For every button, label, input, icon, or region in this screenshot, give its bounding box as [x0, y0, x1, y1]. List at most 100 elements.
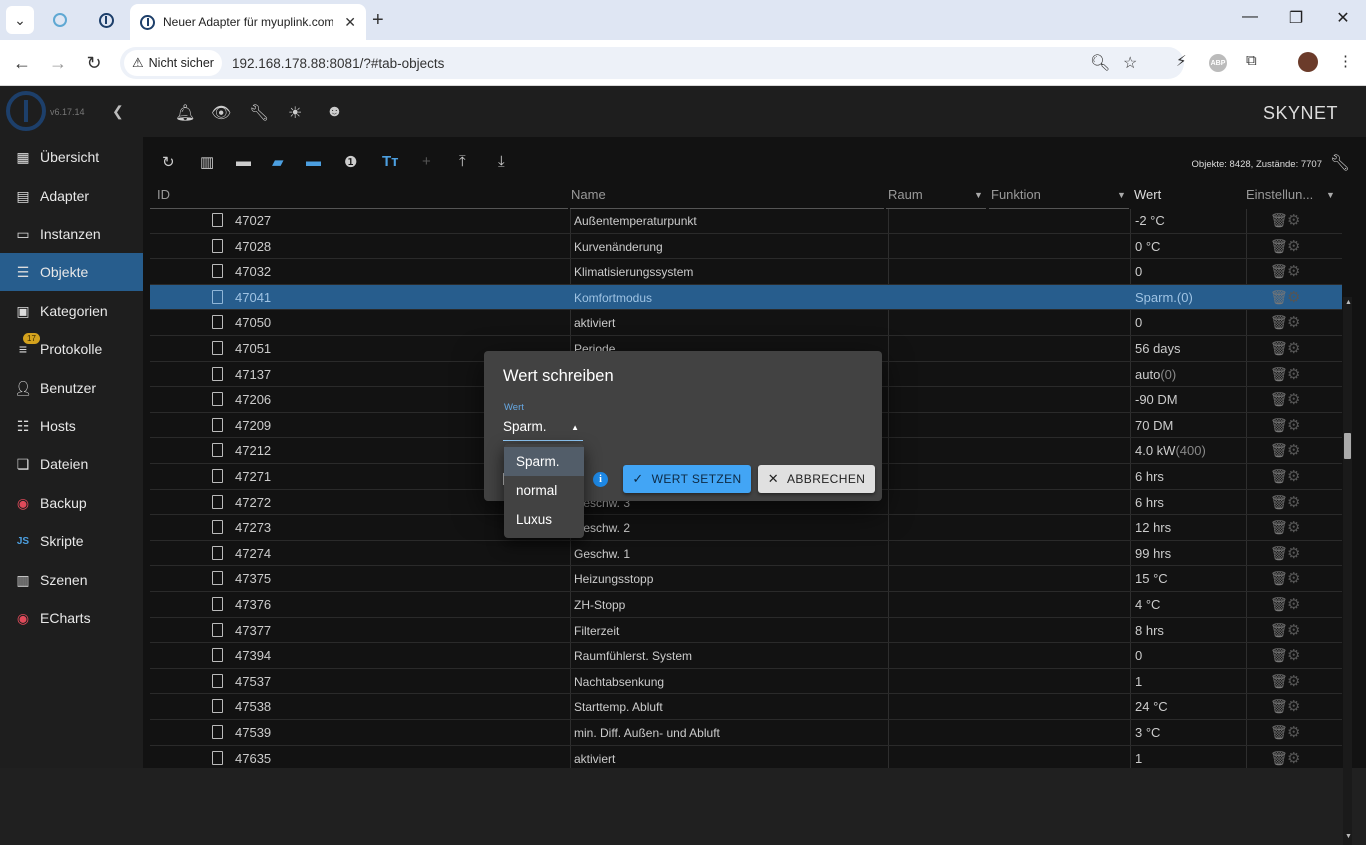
sidebar-item-echarts[interactable]: ◉ ECharts	[0, 599, 143, 637]
sidebar-item-uebersicht[interactable]: ▦ Übersicht	[0, 138, 143, 176]
folder-open-icon[interactable]: ▰	[272, 153, 284, 171]
row-value[interactable]: 99 hrs	[1135, 546, 1171, 561]
restore-button[interactable]: ❐	[1284, 8, 1308, 28]
function-filter-arrow-icon[interactable]: ▼	[1117, 190, 1126, 200]
column-function[interactable]: Funktion	[991, 187, 1041, 202]
sidebar-item-skripte[interactable]: JS Skripte	[0, 522, 143, 560]
text-format-icon[interactable]: Tт	[382, 153, 399, 170]
table-row[interactable]: 47394 Raumfühlerst. System 0 🗑︎ ⚙︎	[150, 643, 1342, 669]
trash-icon[interactable]: 🗑︎	[1270, 622, 1288, 639]
sidebar-item-backup[interactable]: ◉ Backup	[0, 484, 143, 522]
set-value-button[interactable]: ✓ WERT SETZEN	[623, 465, 751, 493]
profile-avatar[interactable]	[1298, 52, 1318, 72]
extension-lightning-icon[interactable]: ⚡︎	[1176, 52, 1187, 70]
upload-icon[interactable]: ⤒	[459, 153, 466, 170]
bell-icon[interactable]: 🔔︎	[175, 103, 195, 123]
gear-icon[interactable]: ⚙︎	[1287, 569, 1300, 587]
row-value[interactable]: 0	[1135, 264, 1142, 279]
trash-icon[interactable]: 🗑︎	[1270, 314, 1288, 331]
trash-icon[interactable]: 🗑︎	[1270, 366, 1288, 383]
table-row[interactable]: 47375 Heizungsstopp 15 °C 🗑︎ ⚙︎	[150, 566, 1342, 592]
sidebar-item-dateien[interactable]: ❏ Dateien	[0, 445, 143, 483]
trash-icon[interactable]: 🗑︎	[1270, 596, 1288, 613]
trash-icon[interactable]: 🗑︎	[1270, 494, 1288, 511]
trash-icon[interactable]: 🗑︎	[1270, 468, 1288, 485]
pinned-tab-iobroker[interactable]	[86, 6, 126, 34]
gear-icon[interactable]: ⚙︎	[1287, 211, 1300, 229]
scroll-down-arrow-icon[interactable]: ▼	[1345, 833, 1352, 840]
row-value[interactable]: 1	[1135, 751, 1142, 766]
row-value[interactable]: 3 °C	[1135, 725, 1160, 740]
row-value[interactable]: 6 hrs	[1135, 495, 1164, 510]
folder-icon[interactable]: ▬	[236, 153, 251, 170]
wrench-icon[interactable]: 🔧︎	[1330, 153, 1350, 173]
trash-icon[interactable]: 🗑︎	[1270, 212, 1288, 229]
gear-icon[interactable]: ⚙︎	[1287, 365, 1300, 383]
row-value[interactable]: -90 DM	[1135, 392, 1178, 407]
row-value[interactable]: 56 days	[1135, 341, 1181, 356]
option-normal[interactable]: normal	[504, 476, 584, 505]
row-value[interactable]: auto(0)	[1135, 367, 1176, 382]
add-icon[interactable]: +	[422, 153, 431, 170]
gear-icon[interactable]: ⚙︎	[1287, 749, 1300, 767]
row-value[interactable]: 24 °C	[1135, 699, 1168, 714]
table-row[interactable]: 47273 Geschw. 2 12 hrs 🗑︎ ⚙︎	[150, 515, 1342, 541]
trash-icon[interactable]: 🗑︎	[1270, 340, 1288, 357]
row-value[interactable]: 0 °C	[1135, 239, 1160, 254]
row-value[interactable]: 1	[1135, 674, 1142, 689]
gear-icon[interactable]: ⚙︎	[1287, 339, 1300, 357]
folder-closed-icon[interactable]: ▬	[306, 153, 321, 170]
scrollbar[interactable]	[1343, 297, 1352, 845]
column-room[interactable]: Raum	[888, 187, 923, 202]
iobroker-logo[interactable]	[6, 91, 46, 131]
table-row[interactable]: 47376 ZH-Stopp 4 °C 🗑︎ ⚙︎	[150, 592, 1342, 618]
trash-icon[interactable]: 🗑︎	[1270, 698, 1288, 715]
trash-icon[interactable]: 🗑︎	[1270, 519, 1288, 536]
row-value[interactable]: 4.0 kW(400)	[1135, 443, 1206, 458]
room-filter-arrow-icon[interactable]: ▼	[974, 190, 983, 200]
expand-level-icon[interactable]: ❶	[344, 153, 357, 171]
trash-icon[interactable]: 🗑︎	[1270, 545, 1288, 562]
gear-icon[interactable]: ⚙︎	[1287, 621, 1300, 639]
sidebar-item-protokolle[interactable]: ≡ Protokolle	[0, 330, 143, 368]
table-row[interactable]: 47274 Geschw. 1 99 hrs 🗑︎ ⚙︎	[150, 541, 1342, 567]
table-row[interactable]: 47027 Außentemperaturpunkt -2 °C 🗑︎ ⚙︎	[150, 209, 1342, 234]
tab-active[interactable]: Neuer Adapter für myuplink.com ✕	[130, 4, 366, 40]
gear-icon[interactable]: ⚙︎	[1287, 441, 1300, 459]
sidebar-item-kategorien[interactable]: ▣ Kategorien	[0, 292, 143, 330]
refresh-icon[interactable]: ↻	[162, 153, 175, 171]
column-value[interactable]: Wert	[1134, 187, 1161, 202]
trash-icon[interactable]: 🗑︎	[1270, 673, 1288, 690]
table-row[interactable]: 47028 Kurvenänderung 0 °C 🗑︎ ⚙︎	[150, 234, 1342, 260]
trash-icon[interactable]: 🗑︎	[1270, 289, 1288, 306]
forward-button[interactable]: →	[45, 50, 71, 76]
table-row[interactable]: 47377 Filterzeit 8 hrs 🗑︎ ⚙︎	[150, 618, 1342, 644]
trash-icon[interactable]: 🗑︎	[1270, 750, 1288, 767]
trash-icon[interactable]: 🗑︎	[1270, 442, 1288, 459]
gear-icon[interactable]: ⚙︎	[1287, 518, 1300, 536]
gear-icon[interactable]: ⚙︎	[1287, 262, 1300, 280]
trash-icon[interactable]: 🗑︎	[1270, 417, 1288, 434]
table-row[interactable]: 47050 aktiviert 0 🗑︎ ⚙︎	[150, 310, 1342, 336]
trash-icon[interactable]: 🗑︎	[1270, 238, 1288, 255]
bookmark-star-icon[interactable]: ☆	[1123, 53, 1137, 73]
columns-icon[interactable]: ▥	[200, 153, 214, 171]
value-select[interactable]: Sparm. ▲	[503, 417, 583, 441]
download-icon[interactable]: ⤓	[498, 153, 505, 170]
close-tab-icon[interactable]: ✕	[344, 14, 356, 31]
column-name[interactable]: Name	[571, 187, 606, 202]
option-luxus[interactable]: Luxus	[504, 505, 584, 534]
gear-icon[interactable]: ⚙︎	[1287, 390, 1300, 408]
wrench-icon[interactable]: 🔧︎	[249, 103, 269, 123]
table-row[interactable]: 47537 Nachtabsenkung 1 🗑︎ ⚙︎	[150, 669, 1342, 695]
trash-icon[interactable]: 🗑︎	[1270, 391, 1288, 408]
settings-filter-arrow-icon[interactable]: ▼	[1326, 190, 1335, 200]
sidebar-item-objekte[interactable]: ☰ Objekte	[0, 253, 143, 291]
extensions-puzzle-icon[interactable]: ⧉	[1246, 52, 1257, 69]
url-text[interactable]: 192.168.178.88:8081/?#tab-objects	[232, 56, 444, 71]
reload-button[interactable]: ↻	[81, 50, 107, 76]
collapse-sidebar-icon[interactable]: ❮	[112, 103, 124, 120]
sidebar-item-benutzer[interactable]: 👤︎ Benutzer	[0, 369, 143, 407]
row-value[interactable]: 12 hrs	[1135, 520, 1171, 535]
gear-icon[interactable]: ⚙︎	[1287, 237, 1300, 255]
